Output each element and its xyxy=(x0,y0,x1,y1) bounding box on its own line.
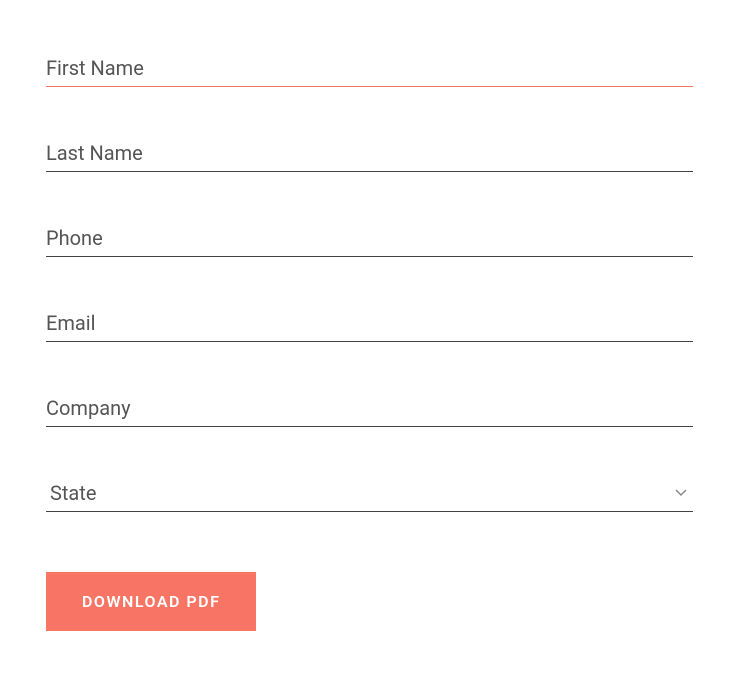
last-name-input[interactable] xyxy=(46,135,693,172)
download-pdf-button[interactable]: DOWNLOAD PDF xyxy=(46,572,256,631)
phone-field xyxy=(46,220,693,257)
email-field xyxy=(46,305,693,342)
company-field xyxy=(46,390,693,427)
contact-form: State DOWNLOAD PDF xyxy=(46,50,693,631)
phone-input[interactable] xyxy=(46,220,693,257)
first-name-input[interactable] xyxy=(46,50,693,87)
email-input[interactable] xyxy=(46,305,693,342)
company-input[interactable] xyxy=(46,390,693,427)
state-field: State xyxy=(46,475,693,512)
first-name-field xyxy=(46,50,693,87)
state-select-wrapper: State xyxy=(46,475,693,512)
state-select[interactable]: State xyxy=(46,475,693,512)
last-name-field xyxy=(46,135,693,172)
